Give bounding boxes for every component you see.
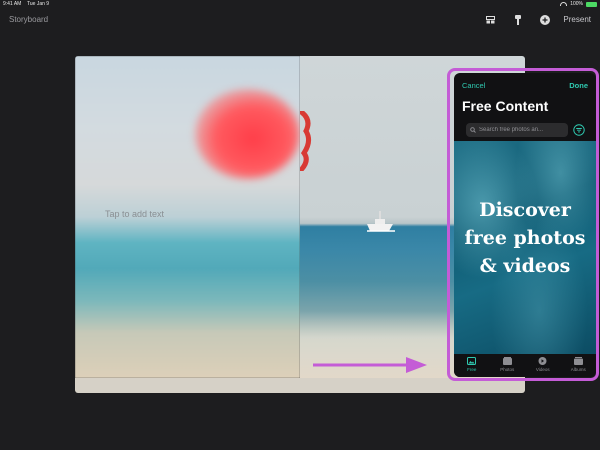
search-field[interactable]: Search free photos an... [466,123,568,137]
top-toolbar: Storyboard Present [0,9,600,31]
hero-text: Discover free photos & videos [454,196,596,280]
cancel-button[interactable]: Cancel [462,81,485,90]
panel-tab-bar: Free Photos Videos Albums [454,354,596,377]
status-time: 9:41 AM [3,1,22,7]
battery-percent: 100% [570,1,583,7]
filter-icon[interactable] [573,124,585,136]
tab-photos-label: Photos [500,367,515,372]
swipe-arrow-icon [313,357,427,373]
boat-graphic [367,211,395,232]
albums-icon [573,357,583,365]
tab-albums-label: Albums [570,367,586,372]
red-balloon-blur [195,89,300,179]
brush-icon[interactable] [513,15,523,25]
hero-line-2: free photos [464,227,586,249]
tab-free-label: Free [467,367,477,372]
photos-icon [502,357,512,365]
status-bar: 9:41 AM Tue Jan 9 100% [0,0,600,9]
add-icon[interactable] [540,15,550,25]
free-photos-icon [467,357,477,365]
panel-title: Free Content [462,98,549,114]
tab-videos-label: Videos [535,367,550,372]
free-content-panel: Cancel Done Free Content Search free pho… [454,73,596,377]
present-button[interactable]: Present [563,15,591,24]
tab-videos[interactable]: Videos [525,354,561,377]
videos-icon [538,357,547,365]
status-date: Tue Jan 9 [27,1,50,7]
search-icon [470,127,476,133]
layout-icon[interactable] [485,15,495,25]
tab-free[interactable]: Free [454,354,490,377]
done-button[interactable]: Done [569,81,588,90]
search-placeholder: Search free photos an... [479,127,544,133]
tap-to-add-text[interactable]: Tap to add text [105,209,164,219]
status-right: 100% [560,1,597,7]
hero-line-3: & videos [479,255,571,277]
hero-line-1: Discover [479,199,571,221]
hero-banner[interactable]: Discover free photos & videos [454,141,596,354]
tab-albums[interactable]: Albums [561,354,597,377]
red-rope-graphic [300,111,312,171]
wifi-icon [560,2,568,6]
battery-icon [586,1,597,7]
tab-photos[interactable]: Photos [490,354,526,377]
storyboard-title[interactable]: Storyboard [9,15,48,24]
